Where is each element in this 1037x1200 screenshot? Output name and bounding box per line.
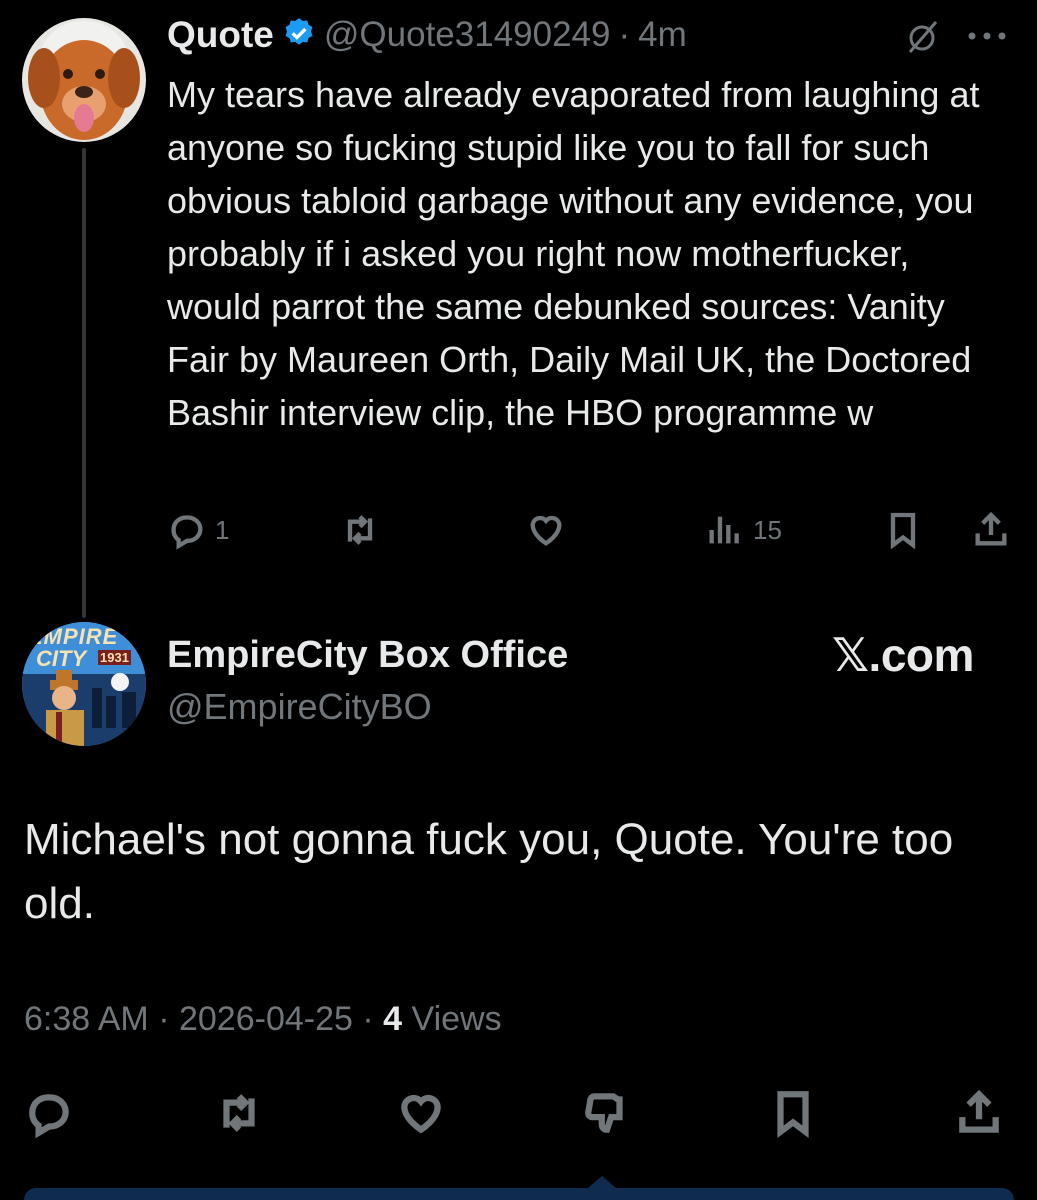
reply-action-bar: 1 15	[167, 506, 1017, 556]
views-label[interactable]: Views	[412, 1000, 502, 1038]
compose-pointer	[588, 1176, 616, 1188]
meta-separator: ·	[158, 1000, 170, 1038]
meta-separator-2: ·	[362, 1000, 374, 1038]
thread-line	[82, 148, 86, 618]
tweet-time[interactable]: 6:38 AM	[24, 1000, 149, 1038]
reply-text: My tears have already evaporated from la…	[167, 74, 980, 433]
avatar-text-mid: CITY	[36, 646, 87, 671]
share-icon	[975, 511, 1007, 546]
main-bookmark-button[interactable]	[768, 1088, 818, 1143]
main-like-button[interactable]	[396, 1088, 446, 1143]
share-icon	[959, 1089, 999, 1133]
bookmark-icon	[890, 512, 916, 550]
views-number: 4	[383, 1000, 403, 1038]
heart-icon	[530, 515, 562, 546]
grok-icon[interactable]	[902, 16, 942, 61]
reply-icon	[29, 1094, 69, 1139]
views-icon	[709, 516, 739, 544]
main-share-button[interactable]	[954, 1088, 1004, 1143]
more-options-icon[interactable]	[962, 16, 1012, 61]
bookmark-icon	[777, 1091, 809, 1138]
main-tweet-text: Michael's not gonna fuck you, Quote. You…	[24, 815, 954, 928]
retweet-icon	[223, 1094, 255, 1132]
heart-icon	[401, 1094, 441, 1134]
views-button[interactable]: 15	[705, 510, 782, 550]
main-author-name[interactable]: EmpireCity Box Office	[167, 634, 568, 677]
avatar-dog[interactable]	[22, 18, 146, 142]
main-retweet-button[interactable]	[214, 1088, 264, 1143]
main-action-bar	[0, 1084, 1037, 1144]
reply-count: 1	[215, 514, 230, 545]
avatar-empire-city[interactable]: EMPIRE CITY 1931	[22, 622, 146, 746]
timestamp[interactable]: 4m	[638, 15, 687, 55]
separator: ·	[618, 15, 631, 54]
reply-icon	[171, 515, 203, 550]
reply-button[interactable]: 1	[167, 510, 229, 550]
author-name[interactable]: Quote	[167, 14, 274, 56]
verified-badge-icon	[282, 16, 316, 55]
compose-reply-bar[interactable]	[24, 1188, 1014, 1200]
reply-header: Quote @Quote31490249 · 4m	[167, 14, 687, 56]
handle[interactable]: @Quote31490249	[324, 15, 611, 55]
tweet-date[interactable]: 2026-04-25	[179, 1000, 353, 1038]
x-watermark: 𝕏.com	[832, 629, 974, 681]
like-button[interactable]	[525, 510, 567, 550]
retweet-icon	[347, 515, 373, 545]
tweet-meta: 6:38 AM · 2026-04-25 · 4 Views	[24, 1000, 502, 1039]
main-dislike-button[interactable]	[582, 1088, 632, 1143]
thumbs-down-icon	[585, 1093, 623, 1133]
retweet-button[interactable]	[339, 510, 381, 550]
main-handle[interactable]: @EmpireCityBO	[167, 686, 432, 728]
share-button[interactable]	[971, 510, 1011, 550]
bookmark-button[interactable]	[883, 510, 923, 550]
avatar-year: 1931	[98, 650, 131, 665]
main-reply-button[interactable]	[24, 1088, 74, 1143]
views-count: 15	[753, 514, 782, 545]
